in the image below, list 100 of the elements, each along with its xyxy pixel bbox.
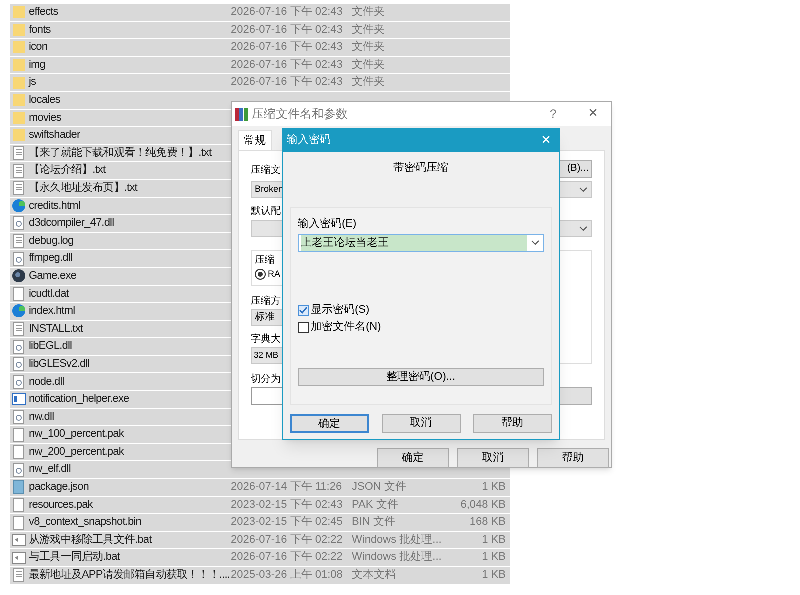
browser-icon xyxy=(12,198,26,213)
organize-passwords-button[interactable]: 整理密码(O)... xyxy=(298,368,544,386)
file-name: resources.pak xyxy=(29,498,93,513)
folder-icon xyxy=(13,22,25,37)
date-modified: 2026-07-16 下午 02:43 xyxy=(231,6,343,18)
folder-icon xyxy=(13,40,25,54)
file-name: swiftshader xyxy=(29,128,80,144)
date-modified: 2026-07-16 下午 02:43 xyxy=(231,76,343,88)
dialog-button[interactable]: 帮助 xyxy=(473,414,552,433)
file-name: node.dll xyxy=(29,374,64,390)
file-name: 最新地址及APP请发邮箱自动获取！！！.... xyxy=(29,568,230,584)
group-label: 压缩 xyxy=(255,255,275,266)
file-name: package.json xyxy=(29,480,90,496)
batch-file-icon xyxy=(12,552,26,564)
books-icon xyxy=(235,108,248,120)
file-name: fonts xyxy=(29,22,51,38)
file-row[interactable]: resources.pak 2023-02-15 下午 02:43 PAK 文件 6,048 KB xyxy=(10,496,510,514)
date-modified: 2023-02-15 下午 02:43 xyxy=(231,498,343,511)
file-name: nw_elf.dll xyxy=(29,462,71,478)
file-row[interactable]: 从游戏中移除工具文件.bat 2026-07-16 下午 02:22 Windows 批处理... 1 KB xyxy=(10,532,510,550)
dialog-heading: 带密码压缩 xyxy=(394,162,448,174)
file-type: JSON 文件 xyxy=(352,481,406,494)
file-type: Windows 批处理... xyxy=(352,551,442,564)
file-name: icon xyxy=(29,40,48,56)
file-name: icudtl.dat xyxy=(29,286,70,302)
chevron-down-icon xyxy=(579,226,588,232)
help-button[interactable]: ? xyxy=(550,105,557,123)
file-name: nw_200_percent.pak xyxy=(29,444,124,460)
checkbox[interactable] xyxy=(298,322,309,333)
file-row[interactable]: 与工具一同启动.bat 2026-07-16 下午 02:22 Windows 批处理... 1 KB xyxy=(10,549,510,567)
close-button[interactable]: × xyxy=(588,102,598,126)
text-file-icon xyxy=(13,568,25,582)
field-label: 字典大 xyxy=(251,334,281,345)
date-modified: 2026-07-16 下午 02:22 xyxy=(231,534,343,546)
password-value: 上老王论坛当老王 xyxy=(301,234,527,250)
date-modified: 2026-07-14 下午 11:26 xyxy=(231,481,342,494)
file-name: 【永久地址发布页】.txt xyxy=(29,180,138,196)
game-icon xyxy=(12,269,26,284)
tab[interactable]: 常规 xyxy=(238,130,272,150)
file-type: 文件夹 xyxy=(352,58,385,71)
file-size: 1 KB xyxy=(482,481,506,494)
date-modified: 2026-07-16 下午 02:43 xyxy=(231,41,343,54)
file-name: locales xyxy=(29,93,60,108)
file-name: effects xyxy=(29,5,58,20)
field-label: 压缩文 xyxy=(251,164,281,178)
chevron-down-icon xyxy=(531,240,540,246)
file-row[interactable]: v8_context_snapshot.bin 2023-02-15 下午 02:45 BIN 文件 168 KB xyxy=(10,514,510,532)
file-type: 文件夹 xyxy=(352,24,385,36)
folder-icon xyxy=(13,93,25,108)
file-row[interactable]: package.json 2026-07-14 下午 11:26 JSON 文件 1 KB xyxy=(10,479,510,497)
file-type: 文件夹 xyxy=(352,41,385,54)
json-file-icon xyxy=(13,480,25,494)
file-name: 从游戏中移除工具文件.bat xyxy=(29,532,152,548)
file-row[interactable]: effects 2026-07-16 下午 02:43 文件夹 xyxy=(10,4,510,22)
folder-icon xyxy=(13,5,25,20)
field-label: 切分为 xyxy=(251,374,281,385)
field-label: 输入密码(E) xyxy=(298,216,357,232)
field-label: 压缩方 xyxy=(251,296,281,307)
file-size: 1 KB xyxy=(482,551,506,564)
checkbox[interactable] xyxy=(298,305,309,316)
file-icon xyxy=(13,516,25,530)
file-name: credits.html xyxy=(29,198,80,214)
file-size: 1 KB xyxy=(482,569,506,582)
dialog-button[interactable]: 帮助 xyxy=(537,448,609,468)
file-name: index.html xyxy=(29,304,76,320)
file-size: 6,048 KB xyxy=(460,498,506,511)
dialog-button[interactable]: 确定 xyxy=(290,414,369,433)
field-label: 默认配 xyxy=(251,206,281,217)
radio-button[interactable] xyxy=(255,269,266,280)
folder-icon xyxy=(13,58,25,72)
file-icon xyxy=(13,498,25,512)
file-name: ffmpeg.dll xyxy=(29,251,72,266)
date-modified: 2026-07-16 下午 02:43 xyxy=(231,58,343,71)
file-row[interactable]: fonts 2026-07-16 下午 02:43 文件夹 xyxy=(10,22,510,40)
file-name: libGLESv2.dll xyxy=(29,356,90,372)
chevron-down-icon xyxy=(579,186,588,192)
file-size: 168 KB xyxy=(470,516,506,528)
file-name: 与工具一同启动.bat xyxy=(29,550,120,566)
password-field[interactable]: 上老王论坛当老王 xyxy=(298,234,544,252)
file-size: 1 KB xyxy=(482,534,506,546)
file-row[interactable]: icon 2026-07-16 下午 02:43 文件夹 xyxy=(10,39,510,57)
file-name: notification_helper.exe xyxy=(29,392,130,408)
dialog-button[interactable]: 取消 xyxy=(382,414,460,433)
radio-label: RA xyxy=(268,268,281,281)
file-type: PAK 文件 xyxy=(352,498,398,511)
file-name: js xyxy=(29,75,36,90)
file-row[interactable]: img 2026-07-16 下午 02:43 文件夹 xyxy=(10,56,510,74)
dialog-button[interactable]: 确定 xyxy=(377,448,449,468)
file-name: movies xyxy=(29,110,62,126)
folder-icon xyxy=(13,110,25,125)
date-modified: 2023-02-15 下午 02:45 xyxy=(231,516,343,528)
file-name: 【来了就能下载和观看！纯免费！】.txt xyxy=(29,146,212,161)
file-row[interactable]: js 2026-07-16 下午 02:43 文件夹 xyxy=(10,74,510,92)
file-name: nw.dll xyxy=(29,410,54,425)
file-type: 文本文档 xyxy=(352,569,396,582)
file-name: img xyxy=(29,58,46,73)
file-row[interactable]: 最新地址及APP请发邮箱自动获取！！！....2025-03-26 上午 01:08 文本文档 1 KB xyxy=(10,567,510,585)
file-type: 文件夹 xyxy=(352,76,385,88)
dialog-button[interactable]: 取消 xyxy=(457,448,529,468)
folder-icon xyxy=(13,128,25,142)
